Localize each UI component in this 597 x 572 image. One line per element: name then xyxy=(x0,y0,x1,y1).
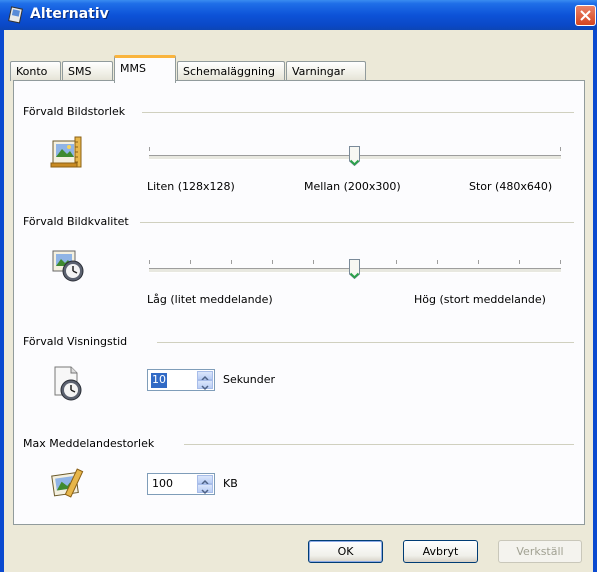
apply-button[interactable]: Verkställ xyxy=(498,540,582,563)
picture-ruler-icon xyxy=(47,133,87,173)
slider-tick xyxy=(396,260,397,264)
display-time-unit: Sekunder xyxy=(223,373,275,386)
slider-tick xyxy=(190,260,191,264)
slider-tick xyxy=(231,260,232,264)
slider-tick xyxy=(272,260,273,264)
tab-schemalaggning[interactable]: Schemaläggning xyxy=(177,61,285,81)
slider-tick xyxy=(437,260,438,264)
window-frame-right xyxy=(593,30,597,572)
window-title: Alternativ xyxy=(30,6,109,22)
spin-down-button[interactable] xyxy=(197,380,213,391)
max-size-spinner[interactable]: 100 xyxy=(147,473,215,495)
slider-tick xyxy=(313,260,314,264)
slider-thumb[interactable] xyxy=(349,146,360,167)
slider-tick xyxy=(560,260,561,264)
display-time-spinner[interactable]: 10 xyxy=(147,369,215,391)
picture-clock-icon xyxy=(47,245,87,285)
spin-down-button[interactable] xyxy=(197,484,213,495)
display-time-heading: Förvald Visningstid xyxy=(23,335,128,348)
max-size-heading: Max Meddelandestorlek xyxy=(23,437,155,450)
image-size-heading: Förvald Bildstorlek xyxy=(23,105,126,118)
image-quality-slider[interactable] xyxy=(149,249,561,280)
close-icon xyxy=(580,10,591,21)
title-bar[interactable]: Alternativ xyxy=(0,0,597,30)
app-icon xyxy=(7,6,25,24)
image-size-slider[interactable] xyxy=(149,136,561,167)
spin-up-button[interactable] xyxy=(197,371,213,381)
picture-ruler-icon xyxy=(47,464,87,504)
image-quality-heading: Förvald Bildkvalitet xyxy=(23,215,129,228)
ok-button[interactable]: OK xyxy=(308,540,383,563)
divider xyxy=(140,222,574,223)
document-clock-icon xyxy=(47,363,87,403)
divider xyxy=(184,444,574,445)
display-time-value[interactable]: 10 xyxy=(151,373,167,388)
slider-tick xyxy=(519,260,520,264)
slider-tick xyxy=(149,260,150,264)
image-quality-min-label: Låg (litet meddelande) xyxy=(147,293,273,306)
max-size-value[interactable]: 100 xyxy=(152,477,173,490)
window-frame-left xyxy=(0,30,4,572)
close-button[interactable] xyxy=(575,5,596,26)
image-size-min-label: Liten (128x128) xyxy=(147,180,235,193)
mms-tab-panel: Förvald Bildstorlek Liten (128x128) Mell… xyxy=(13,80,585,525)
chevron-down-icon xyxy=(201,489,209,495)
divider xyxy=(142,112,574,113)
options-window: Alternativ Konto SMS MMS Schemaläggning … xyxy=(0,0,597,572)
spin-up-button[interactable] xyxy=(197,475,213,485)
cancel-button[interactable]: Avbryt xyxy=(403,540,478,563)
image-size-max-label: Stor (480x640) xyxy=(469,180,553,193)
slider-tick xyxy=(560,147,561,151)
chevron-down-icon xyxy=(201,385,209,391)
tab-konto[interactable]: Konto xyxy=(10,61,61,81)
tab-mms[interactable]: MMS xyxy=(114,55,176,83)
divider xyxy=(157,342,574,343)
spinner-buttons xyxy=(197,371,213,391)
slider-tick xyxy=(149,147,150,151)
tab-sms[interactable]: SMS xyxy=(62,61,113,81)
slider-tick xyxy=(478,260,479,264)
max-size-unit: KB xyxy=(223,477,238,490)
tab-varningar[interactable]: Varningar xyxy=(286,61,366,81)
image-quality-max-label: Hög (stort meddelande) xyxy=(414,293,546,306)
slider-thumb[interactable] xyxy=(349,259,360,280)
image-size-mid-label: Mellan (200x300) xyxy=(304,180,401,193)
spinner-buttons xyxy=(197,475,213,495)
